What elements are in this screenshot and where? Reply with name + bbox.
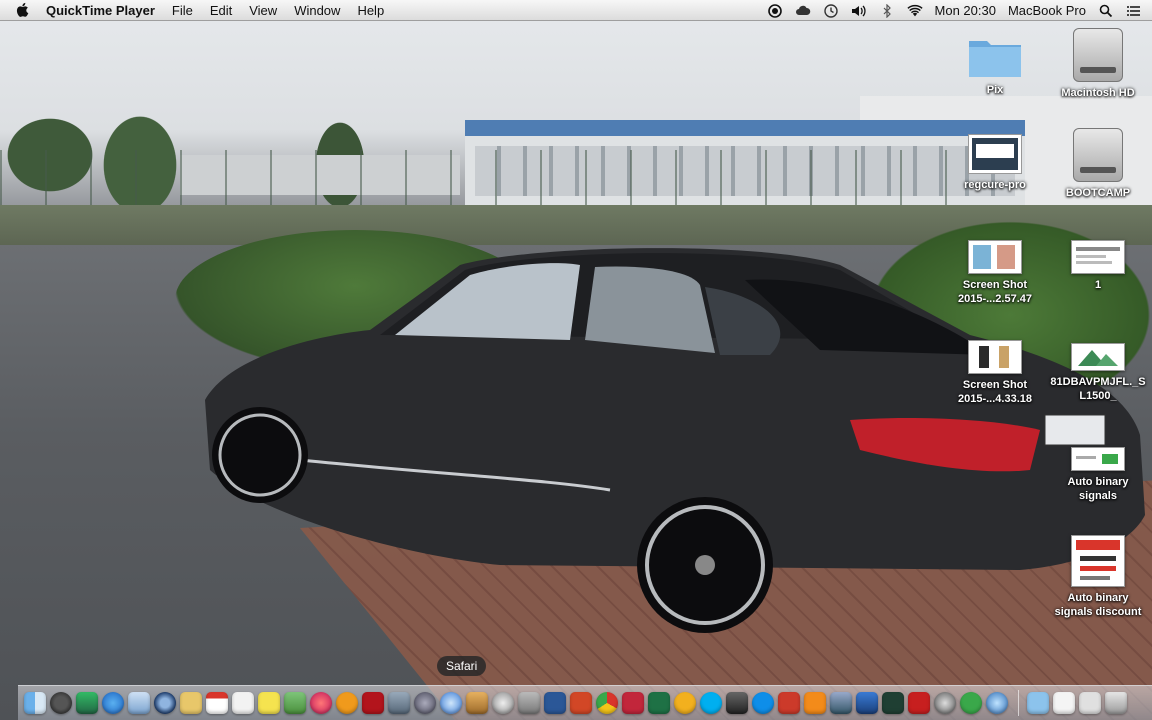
dock [18, 685, 1152, 720]
desktop-icon-label: Macintosh HD [1061, 87, 1135, 99]
desktop-icon-label: Pix [986, 84, 1004, 96]
photo-booth-icon[interactable] [726, 692, 748, 714]
desktop-icon-81dbavpmjfl[interactable]: 81DBAVPMJFL._S L1500_ [1050, 343, 1146, 403]
acrobat-icon[interactable] [908, 692, 930, 714]
cloud-icon[interactable] [795, 4, 811, 18]
document-icon [1071, 535, 1125, 587]
flash-icon[interactable] [362, 692, 384, 714]
desktop-icon-label-line-2: L1500_ [1079, 390, 1117, 402]
menu-view[interactable]: View [249, 3, 277, 18]
itunes-icon[interactable] [310, 692, 332, 714]
automator-icon[interactable] [518, 692, 540, 714]
dock-separator [1018, 690, 1019, 716]
desktop-icon-label: regcure-pro [964, 179, 1026, 191]
folder-icon [967, 33, 1023, 79]
parallels-icon[interactable] [622, 692, 644, 714]
finder-icon[interactable] [24, 692, 46, 714]
trash-icon[interactable] [1105, 692, 1127, 714]
launchpad-icon[interactable] [414, 692, 436, 714]
desktop-icon-pix[interactable]: Pix [947, 33, 1043, 97]
menu-edit[interactable]: Edit [210, 3, 232, 18]
app-store-icon[interactable] [102, 692, 124, 714]
downloads-folder-icon[interactable] [1027, 692, 1049, 714]
word-icon[interactable] [544, 692, 566, 714]
desktop-icon-screen-shot-2[interactable]: Screen Shot 2015-...4.33.18 [947, 340, 1043, 406]
apple-icon[interactable] [14, 2, 32, 18]
xcode-icon[interactable] [856, 692, 878, 714]
app-document-icon [968, 134, 1022, 174]
powerpoint-icon[interactable] [570, 692, 592, 714]
volume-icon[interactable] [851, 4, 867, 18]
desktop-icon-label-line-2: 2015-...4.33.18 [957, 393, 1032, 405]
desktop-icon-auto-binary-signals-discount[interactable]: Auto binary signals discount [1050, 535, 1146, 619]
desktop-icon-label: 1 [1094, 279, 1102, 291]
menu-app-name[interactable]: QuickTime Player [46, 3, 155, 18]
paintbrush-icon[interactable] [830, 692, 852, 714]
desktop-icon-label: BOOTCAMP [1065, 187, 1131, 199]
status-area: Mon 20:30 MacBook Pro [767, 0, 1142, 21]
terminal-icon[interactable] [882, 692, 904, 714]
image-document-icon [1071, 343, 1125, 371]
desktop-icon-auto-binary-signals[interactable]: Auto binary signals [1050, 447, 1146, 503]
desktop-icon-regcure-pro[interactable]: regcure-pro [947, 134, 1043, 192]
ibooks-icon[interactable] [336, 692, 358, 714]
dashboard-icon[interactable] [50, 692, 72, 714]
screenshot-document-icon [968, 340, 1022, 374]
safari-icon[interactable] [440, 692, 462, 714]
calendar-icon[interactable] [206, 692, 228, 714]
hard-drive-icon [1073, 128, 1123, 182]
image-capture-icon[interactable] [388, 692, 410, 714]
hard-drive-icon [1073, 28, 1123, 82]
desktop-icon-1[interactable]: 1 [1050, 240, 1146, 292]
desktop-icon-label-line-2: signals discount [1054, 606, 1142, 618]
quicksilver-icon[interactable] [986, 692, 1008, 714]
dvd-player-icon[interactable] [492, 692, 514, 714]
text-edit-icon[interactable] [232, 692, 254, 714]
document-icon [1071, 240, 1125, 274]
menu-window[interactable]: Window [294, 3, 340, 18]
desktop-icon-label-line-1: Screen Shot [962, 379, 1028, 391]
desktop-icon-label-line-1: Screen Shot [962, 279, 1028, 291]
menu-user-name[interactable]: MacBook Pro [1008, 3, 1086, 18]
documents-stack-icon[interactable] [1053, 692, 1075, 714]
vlc-icon[interactable] [804, 692, 826, 714]
chrome-icon[interactable] [596, 692, 618, 714]
dock-tooltip: Safari [437, 656, 487, 676]
screenshot-document-icon [968, 240, 1022, 274]
teamviewer-icon[interactable] [752, 692, 774, 714]
menu-clock[interactable]: Mon 20:30 [935, 3, 996, 18]
utorrent-icon[interactable] [960, 692, 982, 714]
quicktime-icon[interactable] [154, 692, 176, 714]
bluetooth-icon[interactable] [879, 3, 895, 18]
files-stack-icon[interactable] [1079, 692, 1101, 714]
desktop-icon-label-line-1: Auto binary [1067, 592, 1129, 604]
excel-icon[interactable] [648, 692, 670, 714]
garageband-icon[interactable] [466, 692, 488, 714]
menu-bar: QuickTime Player File Edit View Window H… [0, 0, 1152, 21]
alfred-icon[interactable] [934, 692, 956, 714]
skype-icon[interactable] [700, 692, 722, 714]
record-icon[interactable] [767, 3, 783, 18]
notes-icon[interactable] [180, 692, 202, 714]
desktop-icon-label-line-1: 81DBAVPMJFL._S [1050, 376, 1146, 388]
document-icon [1071, 447, 1125, 471]
preview-icon[interactable] [128, 692, 150, 714]
wifi-icon[interactable] [906, 4, 923, 18]
outlook-icon[interactable] [674, 692, 696, 714]
stickies-icon[interactable] [258, 692, 280, 714]
time-machine-icon[interactable] [823, 3, 839, 18]
menu-help[interactable]: Help [357, 3, 384, 18]
desktop-icon-bootcamp[interactable]: BOOTCAMP [1050, 128, 1146, 200]
desktop-icon-screen-shot-1[interactable]: Screen Shot 2015-...2.57.47 [947, 240, 1043, 306]
desktop-icon-label-line-1: Auto binary [1067, 476, 1129, 488]
menu-file[interactable]: File [172, 3, 193, 18]
notification-list-icon[interactable] [1126, 4, 1142, 18]
spotlight-search-icon[interactable] [1098, 4, 1114, 18]
desktop-icon-macintosh-hd[interactable]: Macintosh HD [1050, 28, 1146, 100]
mission-control-icon[interactable] [76, 692, 98, 714]
desktop-icon-label-line-2: 2015-...2.57.47 [957, 293, 1032, 305]
desktop-icon-label-line-2: signals [1079, 490, 1117, 502]
photoshop-icon[interactable] [778, 692, 800, 714]
photos-icon[interactable] [284, 692, 306, 714]
